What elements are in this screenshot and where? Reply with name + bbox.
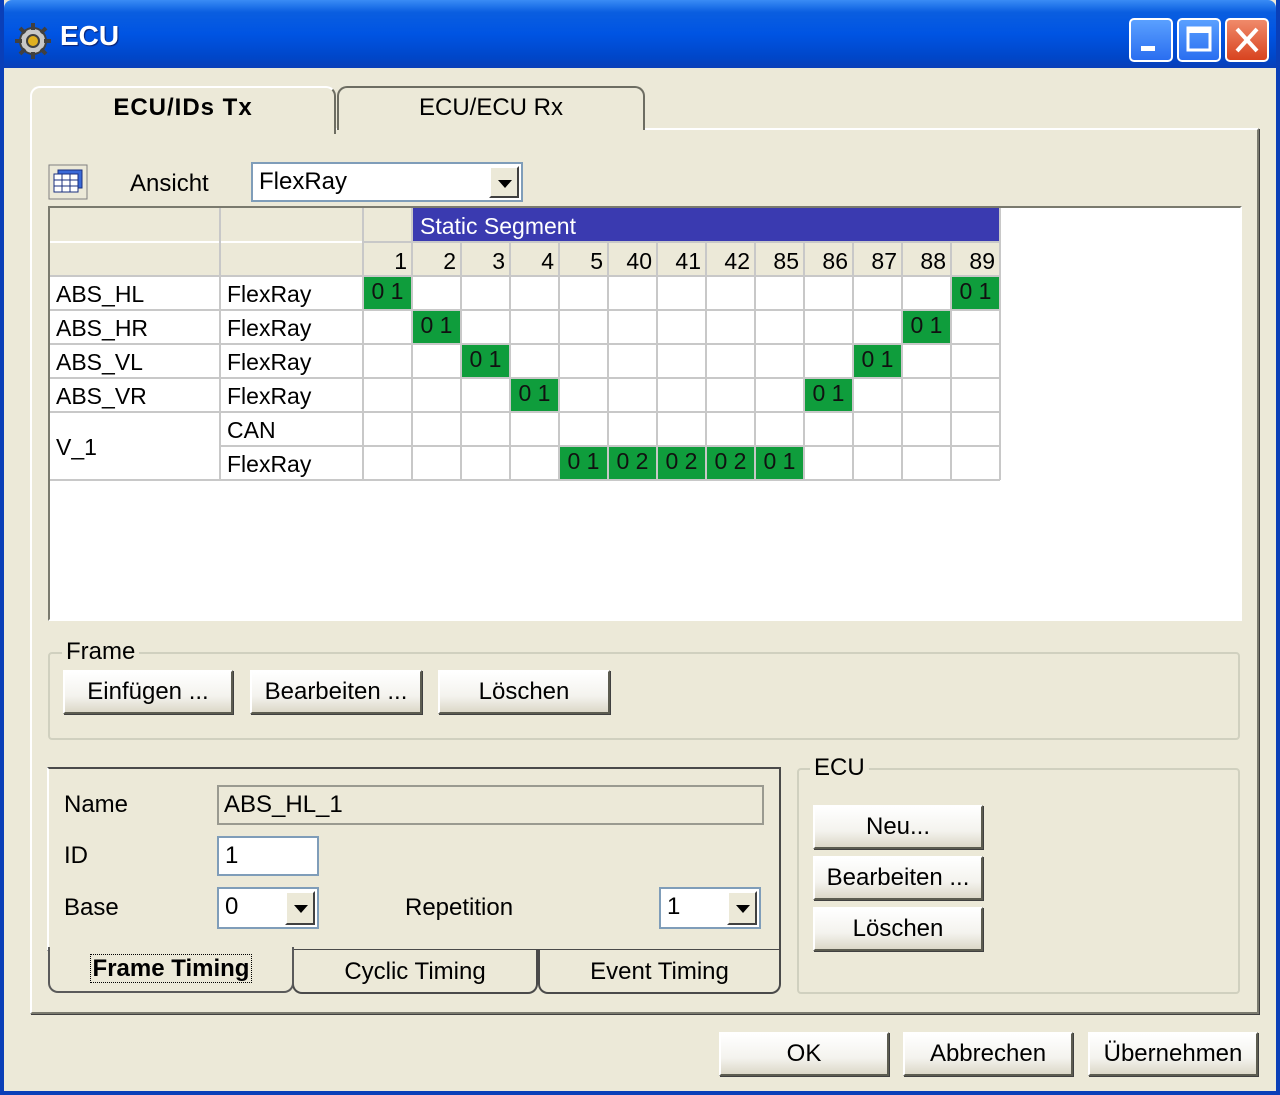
id-label: ID: [64, 842, 88, 869]
ecu-delete-button[interactable]: Löschen: [813, 907, 983, 951]
frame-cell-label: 0 2: [666, 448, 698, 474]
frame-cell-label: 0 2: [617, 448, 649, 474]
grid-row[interactable]: [50, 276, 1000, 310]
window-title: ECU: [60, 20, 120, 51]
ecu-edit-button[interactable]: Bearbeiten ...: [813, 856, 983, 900]
apply-button[interactable]: Übernehmen: [1088, 1032, 1258, 1076]
slot-number-85: 85: [773, 248, 799, 274]
view-select-value: FlexRay: [259, 168, 348, 195]
grid-row[interactable]: [50, 310, 1000, 344]
schedule-table[interactable]: Static Segment 1 2 3 4 5 40 41 42 85 86 87 88 89 0 1 0 …: [50, 208, 1240, 619]
ecu-name-V_1: V_1: [56, 434, 97, 460]
grid-row[interactable]: [50, 446, 1000, 480]
frame-cell-label: 0 1: [421, 312, 453, 338]
grid-row[interactable]: [50, 412, 1000, 446]
frame-cell-label: 0 1: [519, 380, 551, 406]
name-label: Name: [64, 791, 129, 818]
bus-type-label: FlexRay: [227, 451, 312, 477]
frame-edit-button[interactable]: Bearbeiten ...: [250, 670, 422, 714]
base-select[interactable]: 0: [217, 887, 319, 929]
dropdown-arrow-icon[interactable]: [489, 166, 519, 198]
maximize-icon: [1186, 26, 1212, 52]
base-select-value: 0: [225, 893, 239, 920]
tab-ecu-ecu-rx[interactable]: ECU/ECU Rx: [337, 86, 645, 130]
frame-cell-label: 0 2: [715, 448, 747, 474]
repetition-select-value: 1: [667, 893, 681, 920]
bus-type-label: FlexRay: [227, 315, 312, 341]
tab-frame-timing-label: Frame Timing: [89, 954, 253, 983]
minimize-icon: [1141, 46, 1155, 51]
slot-number-5: 5: [590, 248, 603, 274]
bus-type-label: FlexRay: [227, 383, 312, 409]
slot-number-2: 2: [443, 248, 456, 274]
frame-cell-label: 0 1: [862, 346, 894, 372]
ok-button[interactable]: OK: [719, 1032, 889, 1076]
id-field[interactable]: 1: [217, 836, 319, 876]
slot-number-1: 1: [394, 248, 407, 274]
slot-number-3: 3: [492, 248, 505, 274]
close-icon: [1235, 27, 1259, 53]
bus-type-label: FlexRay: [227, 349, 312, 375]
ecu-name-ABS_HR: ABS_HR: [56, 315, 148, 341]
ecu-name-ABS_VR: ABS_VR: [56, 383, 147, 409]
title-bar[interactable]: ECU: [4, 0, 1276, 68]
frame-insert-button[interactable]: Einfügen ...: [63, 670, 233, 714]
view-select[interactable]: FlexRay: [251, 162, 523, 202]
frame-schedule-grid[interactable]: Static Segment 1 2 3 4 5 40 41 42 85 86 87 88 89 0 1 0 …: [48, 206, 1242, 621]
bus-type-label: FlexRay: [227, 281, 312, 307]
frame-cell-label: 0 1: [568, 448, 600, 474]
slot-number-86: 86: [822, 248, 848, 274]
id-value: 1: [225, 842, 239, 869]
grid-header-corner: [363, 208, 412, 242]
name-field: ABS_HL_1: [217, 785, 764, 825]
slot-number-88: 88: [920, 248, 946, 274]
frame-cell-label: 0 1: [911, 312, 943, 338]
ecu-name-ABS_HL: ABS_HL: [56, 281, 144, 307]
close-button[interactable]: [1225, 18, 1269, 62]
repetition-label: Repetition: [405, 894, 514, 921]
tab-cyclic-timing[interactable]: Cyclic Timing: [292, 950, 538, 994]
ecu-new-button[interactable]: Neu...: [813, 805, 983, 849]
tab-event-timing[interactable]: Event Timing: [538, 950, 781, 994]
gear-icon: [15, 23, 51, 59]
ecu-group-label: ECU: [810, 754, 869, 782]
tab-frame-timing[interactable]: Frame Timing: [48, 947, 294, 993]
slot-number-87: 87: [871, 248, 897, 274]
frame-cell-label: 0 1: [764, 448, 796, 474]
name-value: ABS_HL_1: [224, 791, 343, 818]
frame-cell-label: 0 1: [813, 380, 845, 406]
slot-number-89: 89: [969, 248, 995, 274]
maximize-button[interactable]: [1177, 18, 1221, 62]
dropdown-arrow-icon[interactable]: [285, 891, 315, 925]
slot-number-41: 41: [675, 248, 701, 274]
cancel-button[interactable]: Abbrechen: [903, 1032, 1073, 1076]
table-view-icon[interactable]: [48, 164, 88, 200]
frame-cell-label: 0 1: [470, 346, 502, 372]
frame-group-label: Frame: [62, 638, 140, 666]
minimize-button[interactable]: [1129, 18, 1173, 62]
bus-type-label: CAN: [227, 417, 276, 443]
tab-ecu-ids-tx[interactable]: ECU/IDs Tx: [30, 86, 336, 134]
slot-number-4: 4: [541, 248, 554, 274]
base-label: Base: [64, 894, 119, 921]
repetition-select[interactable]: 1: [659, 887, 761, 929]
slot-number-40: 40: [626, 248, 652, 274]
dropdown-arrow-icon[interactable]: [727, 891, 757, 925]
frame-cell-label: 0 1: [372, 278, 404, 304]
frame-delete-button[interactable]: Löschen: [438, 670, 610, 714]
frame-cell-label: 0 1: [960, 278, 992, 304]
slot-number-42: 42: [724, 248, 750, 274]
static-segment-label: Static Segment: [420, 213, 577, 239]
ecu-dialog-window: ECU ECU/IDs Tx ECU/ECU Rx Ansicht FlexRa…: [0, 0, 1280, 1095]
ecu-name-ABS_VL: ABS_VL: [56, 349, 143, 375]
view-label: Ansicht: [130, 170, 209, 197]
